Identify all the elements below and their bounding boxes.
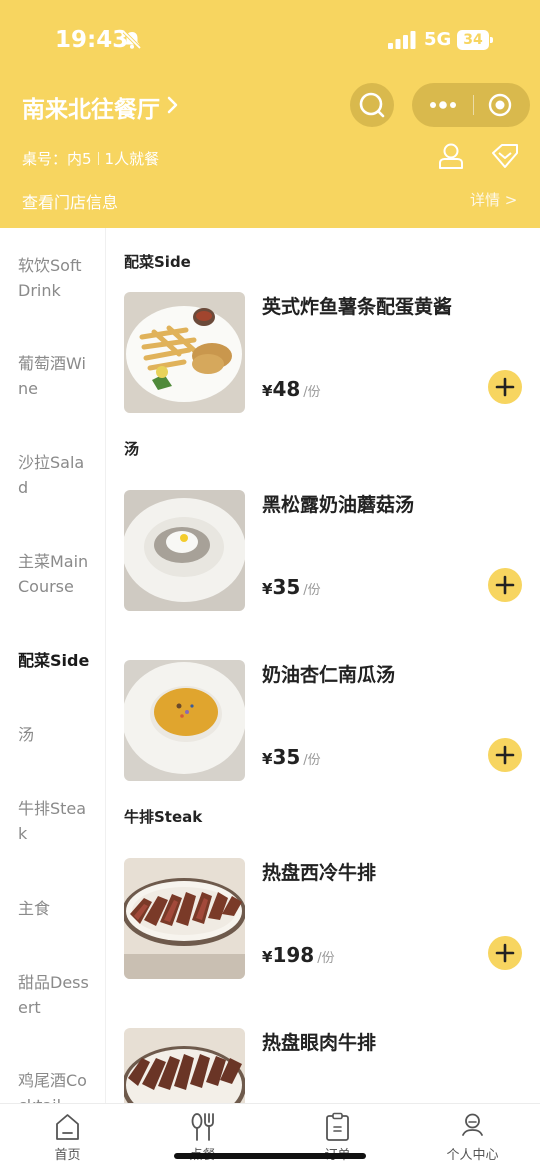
signal-icon (388, 31, 416, 49)
price-value: 35 (272, 575, 301, 599)
search-icon (359, 92, 385, 118)
more-dots-icon[interactable] (428, 95, 458, 115)
item-name: 英式炸鱼薯条配蛋黄酱 (262, 296, 453, 318)
tab-order-food[interactable]: 点餐 (135, 1104, 270, 1171)
section-title: 配菜Side (124, 253, 191, 271)
diner-count: 1人就餐 (104, 150, 160, 168)
mushroom-soup-photo (124, 490, 245, 611)
menu-item[interactable]: 热盘眼肉牛排 (124, 1028, 534, 1103)
home-icon (56, 1114, 79, 1140)
price-currency: ¥ (262, 580, 273, 598)
table-number: 桌号：内5 (22, 150, 92, 168)
section-title: 牛排Steak (124, 808, 203, 826)
active-category-indicator (105, 626, 106, 698)
status-time: 19:43 (55, 27, 129, 53)
battery-level: 34 (463, 32, 483, 48)
price-value: 48 (272, 377, 301, 401)
plus-icon (495, 377, 515, 397)
plus-icon (495, 943, 515, 963)
sidebar-item-salad[interactable]: 沙拉Salad (18, 450, 94, 500)
status-bar: 19:43 5G 34 (0, 0, 540, 80)
tab-home[interactable]: 首页 (0, 1104, 135, 1171)
close-target-icon[interactable] (488, 93, 512, 117)
section-title: 汤 (124, 440, 140, 458)
price-unit: /份 (303, 385, 321, 400)
menu-item[interactable]: 热盘西冷牛排 ¥198/份 (124, 858, 534, 980)
sidebar-item-cocktail[interactable]: 鸡尾酒Cocktail (18, 1068, 94, 1103)
add-to-cart-button[interactable] (488, 738, 522, 772)
chevron-right-icon[interactable] (166, 95, 180, 115)
item-name: 热盘眼肉牛排 (262, 1032, 377, 1054)
price-unit: /份 (317, 951, 335, 966)
order-icon (326, 1112, 349, 1141)
plus-icon (495, 745, 515, 765)
store-name[interactable]: 南来北往餐厅 (22, 90, 160, 124)
price-unit: /份 (303, 753, 321, 768)
price-value: 198 (272, 943, 315, 967)
tab-orders[interactable]: 订单 (270, 1104, 405, 1171)
item-name: 奶油杏仁南瓜汤 (262, 664, 396, 686)
item-price: ¥198/份 (262, 943, 335, 967)
miniprogram-capsule (412, 83, 530, 127)
info-divider (97, 152, 99, 165)
sidebar-item-staple[interactable]: 主食 (18, 896, 94, 921)
battery-tip (490, 37, 493, 43)
bottom-tab-bar: 首页 点餐 订单 个人中心 (0, 1103, 540, 1171)
pumpkin-soup-photo (124, 660, 245, 781)
item-price: ¥35/份 (262, 745, 321, 769)
tab-label: 首页 (54, 1148, 81, 1163)
home-indicator (174, 1153, 366, 1159)
ribeye-steak-photo (124, 1028, 245, 1103)
network-type: 5G (424, 29, 452, 50)
menu-item[interactable]: 黑松露奶油蘑菇汤 ¥35/份 (124, 490, 534, 612)
sidebar-item-steak[interactable]: 牛排Steak (18, 796, 94, 846)
sidebar-item-wine[interactable]: 葡萄酒Wine (18, 351, 94, 401)
price-currency: ¥ (262, 750, 273, 768)
mute-bell-icon (122, 30, 142, 50)
item-price: ¥48/份 (262, 377, 321, 401)
item-name: 黑松露奶油蘑菇汤 (262, 494, 415, 516)
user-icon[interactable] (438, 142, 464, 170)
tab-label: 个人中心 (446, 1148, 499, 1163)
item-name: 热盘西冷牛排 (262, 862, 377, 884)
price-unit: /份 (303, 583, 321, 598)
search-button[interactable] (350, 83, 394, 127)
sidebar-item-main-course[interactable]: 主菜Main Course (18, 549, 94, 599)
price-currency: ¥ (262, 948, 273, 966)
capsule-divider (473, 95, 474, 115)
menu-item[interactable]: 奶油杏仁南瓜汤 ¥35/份 (124, 660, 534, 782)
fish-and-chips-photo (124, 292, 245, 413)
price-currency: ¥ (262, 382, 273, 400)
table-info: 桌号：内5 1人就餐 (22, 148, 159, 169)
plus-icon (495, 575, 515, 595)
menu-item[interactable]: 英式炸鱼薯条配蛋黄酱 ¥48/份 (124, 292, 534, 414)
menu-list[interactable]: 配菜Side 英式炸鱼薯条配蛋黄酱 ¥48/份 汤 黑松露奶油蘑菇汤 ¥35 /… (107, 228, 540, 1103)
add-to-cart-button[interactable] (488, 936, 522, 970)
coupon-icon[interactable] (490, 142, 520, 170)
sidebar-item-soft-drink[interactable]: 软饮Soft Drink (18, 253, 94, 303)
sidebar-item-side[interactable]: 配菜Side (18, 648, 94, 673)
item-price: ¥35/份 (262, 575, 321, 599)
tab-profile[interactable]: 个人中心 (405, 1104, 540, 1171)
store-info-link[interactable]: 查看门店信息 (22, 189, 118, 213)
category-sidebar: 软饮Soft Drink 葡萄酒Wine 沙拉Salad 主菜Main Cour… (0, 228, 106, 1103)
sidebar-item-dessert[interactable]: 甜品Dessert (18, 970, 94, 1020)
sirloin-steak-photo (124, 858, 245, 979)
profile-icon (462, 1113, 483, 1136)
details-link[interactable]: 详情 > (470, 189, 517, 210)
battery-icon: 34 (457, 30, 493, 50)
price-value: 35 (272, 745, 301, 769)
add-to-cart-button[interactable] (488, 568, 522, 602)
cutlery-icon (191, 1113, 214, 1141)
add-to-cart-button[interactable] (488, 370, 522, 404)
store-header: 19:43 5G 34 南来北往餐厅 桌号：内5 1人就餐 查看门店信息 详情 … (0, 0, 540, 228)
sidebar-item-soup[interactable]: 汤 (18, 722, 94, 747)
